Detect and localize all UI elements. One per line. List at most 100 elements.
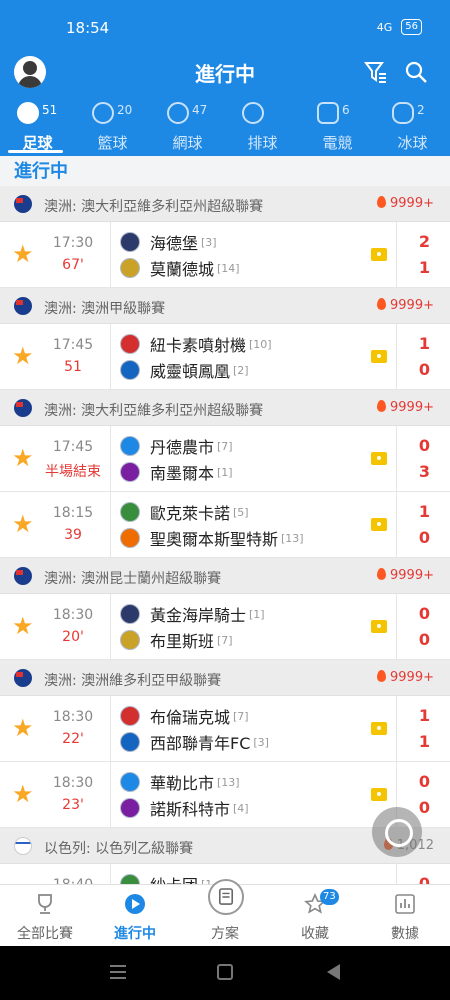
nav-all-matches[interactable]: 全部比賽 [0,885,90,947]
tab-count: 20 [117,103,133,117]
match-row[interactable]: ★ 18:30 20' 黃金海岸騎士 [1] 布里斯班 [7] 0 0 [0,594,450,660]
nav-plans[interactable]: 方案 [180,879,270,947]
match-status: 22' [62,731,84,747]
match-row[interactable]: ★ 17:45 51 紐卡素噴射機 [10] 威靈頓鳳凰 [2] 1 0 [0,324,450,390]
divider [110,762,111,828]
team-name: 海德堡 [150,234,199,253]
team-logo-icon [120,772,140,792]
team-name: 莫蘭德城 [150,260,215,279]
filter-icon[interactable] [364,60,388,84]
live-field-icon [371,350,387,363]
team-logo-icon [120,436,140,456]
home-team: 海德堡 [3] [120,231,217,253]
team-logo-icon [120,232,140,252]
match-row[interactable]: ★ 18:30 22' 布倫瑞克城 [7] 西部聯青年FC [3] 1 1 [0,696,450,762]
back-icon[interactable] [327,964,340,980]
league-name: 澳洲: 澳大利亞維多利亞州超級聯賽 [44,199,264,215]
match-row[interactable]: ★ 17:30 67' 海德堡 [3] 莫蘭德城 [14] 2 1 [0,222,450,288]
team-rank: [10] [249,337,272,351]
league-header[interactable]: 澳洲: 澳大利亞維多利亞州超級聯賽 9999+ [0,390,450,426]
divider [396,324,397,390]
home-team: 黃金海岸騎士 [1] [120,603,265,625]
away-score: 0 [418,798,430,817]
favorite-star-icon[interactable]: ★ [12,445,34,471]
favorite-star-icon[interactable]: ★ [12,613,34,639]
favorite-star-icon[interactable]: ★ [12,241,34,267]
nav-data[interactable]: 數據 [360,885,450,947]
team-logo-icon [120,462,140,482]
home-score: 1 [418,706,430,725]
home-team: 歐克萊卡諾 [5] [120,501,249,523]
floating-action-button[interactable] [372,807,422,857]
country-flag-icon [14,669,32,687]
league-header[interactable]: 澳洲: 澳大利亞維多利亞州超級聯賽 9999+ [0,186,450,222]
home-icon[interactable] [217,964,233,980]
fire-icon [377,400,387,412]
live-field-icon [371,518,387,531]
team-name: 布倫瑞克城 [150,708,231,727]
away-team: 布里斯班 [7] [120,629,233,651]
menu-icon[interactable] [110,965,126,979]
match-time: 18:30 [52,607,94,623]
away-team: 莫蘭德城 [14] [120,257,240,279]
team-logo-icon [120,798,140,818]
team-rank: [14] [217,261,240,275]
team-rank: [7] [217,633,233,647]
match-row[interactable]: ★ 17:45 半場結束 丹德農市 [7] 南墨爾本 [1] 0 3 [0,426,450,492]
away-score: 1 [418,258,430,277]
favorite-star-icon[interactable]: ★ [12,343,34,369]
bottom-nav: 全部比賽 進行中 方案 73 收藏 數據 [0,879,450,947]
team-logo-icon [120,334,140,354]
match-status: 半場結束 [45,464,101,480]
country-flag-icon [14,837,32,855]
home-score: 0 [418,436,430,455]
heat-value: 9999+ [390,568,434,583]
team-logo-icon [120,706,140,726]
away-team: 聖奧爾本斯聖特斯 [13] [120,527,304,549]
league-name: 澳洲: 澳洲甲級聯賽 [44,301,166,317]
team-logo-icon [120,604,140,624]
favorite-star-icon[interactable]: ★ [12,715,34,741]
tab-ice-hockey[interactable]: 2 冰球 [375,100,450,152]
team-name: 紐卡素噴射機 [150,336,247,355]
league-header[interactable]: 澳洲: 澳洲維多利亞甲級聯賽 9999+ [0,660,450,696]
search-icon[interactable] [404,60,428,84]
nav-favorites[interactable]: 73 收藏 [270,885,360,947]
match-row[interactable]: ★ 18:15 39 歐克萊卡諾 [5] 聖奧爾本斯聖特斯 [13] 1 0 [0,492,450,558]
home-team: 丹德農市 [7] [120,435,233,457]
divider [110,492,111,558]
tab-basketball[interactable]: 20 籃球 [75,100,150,152]
team-rank: [1] [249,607,265,621]
away-score: 3 [418,462,430,481]
fire-icon [377,568,387,580]
tab-esports[interactable]: 6 電競 [300,100,375,152]
away-team: 西部聯青年FC [3] [120,731,269,753]
heat-value: 9999+ [390,670,434,685]
team-logo-icon [120,528,140,548]
tab-football[interactable]: 51 足球 [0,100,75,153]
tab-count: 47 [192,103,208,117]
league-header[interactable]: 澳洲: 澳洲甲級聯賽 9999+ [0,288,450,324]
favorite-star-icon[interactable]: ★ [12,511,34,537]
section-title: 進行中 [14,161,68,182]
play-icon [125,894,145,914]
heat-value: 9999+ [390,400,434,415]
league-header[interactable]: 澳洲: 澳洲昆士蘭州超級聯賽 9999+ [0,558,450,594]
country-flag-icon [14,399,32,417]
match-time: 18:30 [52,709,94,725]
favorite-star-icon[interactable]: ★ [12,781,34,807]
tab-volleyball[interactable]: 排球 [225,100,300,152]
nav-label: 進行中 [114,926,156,942]
match-status: 23' [62,797,84,813]
status-time: 18:54 [66,19,110,37]
live-field-icon [371,452,387,465]
home-score: 1 [418,502,430,521]
nav-live[interactable]: 進行中 [90,885,180,947]
sport-tabs: 51 足球 20 籃球 47 網球 排球 6 電競 2 冰球 [0,100,450,153]
team-name: 諾斯科特市 [150,800,231,819]
tab-tennis[interactable]: 47 網球 [150,100,225,152]
tab-count: 6 [342,103,350,117]
match-time: 17:45 [52,337,94,353]
favorites-badge: 73 [320,889,339,905]
team-name: 華勒比市 [150,774,215,793]
